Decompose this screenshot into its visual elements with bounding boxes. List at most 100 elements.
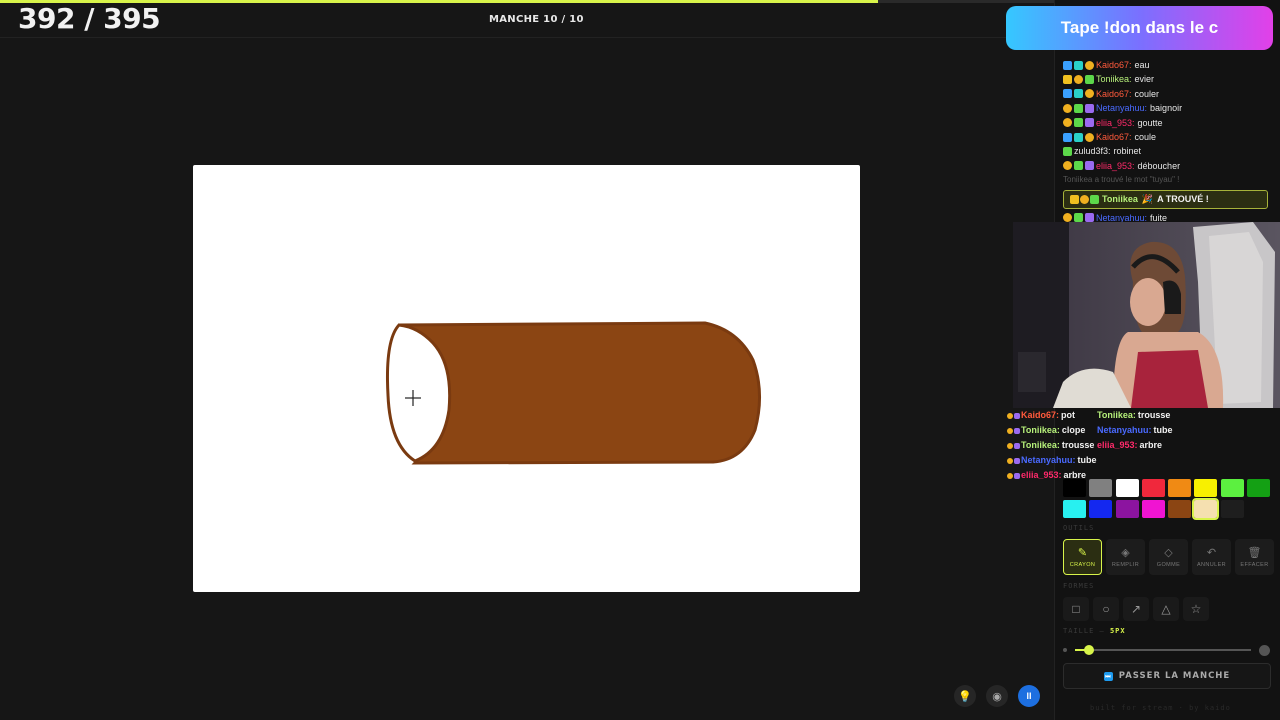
system-message: Toniikea a trouvé le mot "tuyau" ! [1063, 175, 1180, 185]
drawing-canvas[interactable] [193, 165, 860, 592]
color-swatch[interactable] [1220, 500, 1244, 518]
gem-badge-icon [1085, 161, 1094, 171]
overlay-username: Netanyahuu: [1097, 425, 1152, 435]
gem-badge-icon [1014, 457, 1020, 464]
tool-bar: ✎ CRAYON ◈ REMPLIR ◇ GOMME ↶ ANNULER 🗑 EFFACER [1063, 539, 1274, 575]
chat-text: goutte [1137, 117, 1163, 128]
gem-badge-icon [1014, 412, 1020, 419]
overlay-chat-message: eliia_953: arbre [1097, 438, 1173, 453]
color-swatch[interactable] [1141, 500, 1165, 518]
chat-text: coule [1134, 131, 1157, 142]
tool-label: REMPLIR [1111, 562, 1140, 568]
shape-star-icon[interactable]: ☆ [1183, 597, 1209, 621]
shape-ellipse-icon[interactable]: ○ [1093, 597, 1119, 621]
color-swatch[interactable] [1089, 500, 1113, 518]
chat-username: eliia_953: [1096, 117, 1135, 128]
shape-bar: □ ○ ↗ △ ☆ [1063, 597, 1209, 621]
tool-fill-button[interactable]: ◈ REMPLIR [1106, 539, 1145, 575]
chat-text: robinet [1113, 146, 1142, 157]
found-user: Toniikea [1102, 194, 1138, 205]
color-swatch[interactable] [1247, 479, 1271, 497]
chat-username: zulud3f3: [1074, 146, 1111, 157]
chat-username: Kaido67: [1096, 131, 1132, 142]
brush-size-title: TAILLE — [1063, 627, 1105, 635]
tool-label: CRAYON [1069, 562, 1096, 568]
overlay-chat-message: Toniikea: trousse [1097, 408, 1173, 423]
overlay-text: trousse [1137, 410, 1171, 420]
sword-badge-icon [1063, 60, 1072, 70]
skip-round-button[interactable]: ⏭ PASSER LA MANCHE [1063, 663, 1271, 689]
clear-icon: 🗑 [1247, 547, 1262, 559]
tool-eraser-button[interactable]: ◇ GOMME [1149, 539, 1188, 575]
chat-text: déboucher [1137, 160, 1181, 171]
drawing-svg [386, 321, 762, 465]
color-swatch[interactable] [1194, 479, 1218, 497]
plus-badge-icon [1074, 161, 1083, 171]
brush-size-label: TAILLE — 5PX [1063, 627, 1126, 635]
slider-track [1075, 649, 1251, 651]
footer-credit: built for stream · by kaido [1090, 704, 1231, 712]
score-counter: 392 / 395 [18, 2, 161, 35]
brush-size-slider[interactable] [1063, 644, 1271, 656]
coin-badge-icon [1007, 457, 1013, 464]
yt-badge-icon [1074, 132, 1083, 142]
undo-icon: ↶ [1206, 547, 1217, 559]
slider-thumb[interactable] [1084, 645, 1095, 655]
tools-section-label: OUTILS [1063, 524, 1095, 532]
skip-icon: ⏭ [1103, 671, 1113, 681]
color-swatch[interactable] [1115, 479, 1139, 497]
donation-banner: Tape !don dans le c [1006, 6, 1273, 50]
skip-round-label: PASSER LA MANCHE [1118, 671, 1231, 681]
coin-badge-icon [1063, 118, 1072, 128]
crown-badge-icon [1070, 194, 1079, 204]
drawn-tube-body [398, 321, 762, 465]
plus-badge-icon [1074, 103, 1083, 113]
chat-message: eliia_953: déboucher [1063, 159, 1273, 173]
overlay-username: eliia_953: [1021, 470, 1062, 480]
crown-badge-icon [1063, 75, 1072, 85]
color-swatch[interactable] [1168, 479, 1192, 497]
coin-badge-icon [1080, 194, 1089, 204]
coin-badge-icon [1063, 161, 1072, 171]
shape-arrow-icon[interactable]: ↗ [1123, 597, 1149, 621]
color-swatch[interactable] [1192, 498, 1220, 520]
overlay-username: Netanyahuu: [1021, 455, 1076, 465]
shape-triangle-icon[interactable]: △ [1153, 597, 1179, 621]
fill-icon: ◈ [1121, 547, 1130, 559]
color-swatch[interactable] [1063, 500, 1086, 518]
color-palette [1063, 479, 1271, 520]
color-swatch[interactable] [1115, 500, 1139, 518]
gem-badge-icon [1085, 118, 1094, 128]
round-indicator: MANCHE 10 / 10 [489, 14, 584, 25]
tool-pencil-button[interactable]: ✎ CRAYON [1063, 539, 1102, 575]
coin-badge-icon [1085, 132, 1094, 142]
brush-size-value: 5PX [1109, 627, 1126, 635]
coin-badge-icon [1007, 442, 1013, 449]
tool-label: ANNULER [1196, 562, 1227, 568]
tool-undo-button[interactable]: ↶ ANNULER [1192, 539, 1231, 575]
coin-badge-icon [1063, 103, 1072, 113]
webcam-feed [1013, 222, 1280, 408]
sword-badge-icon [1063, 132, 1072, 142]
chat-message: Kaido67: couler [1063, 87, 1273, 101]
chat-username: eliia_953: [1096, 160, 1135, 171]
color-swatch[interactable] [1168, 500, 1192, 518]
yt-badge-icon [1074, 89, 1083, 99]
color-swatch[interactable] [1220, 479, 1244, 497]
canvas-action-icons: 💡 ◉ II [954, 685, 1040, 707]
visibility-eye-icon[interactable]: ◉ [986, 685, 1008, 707]
coin-badge-icon [1085, 89, 1094, 99]
shape-rectangle-icon[interactable]: □ [1063, 597, 1089, 621]
color-swatch[interactable] [1141, 479, 1165, 497]
large-brush-dot-icon [1259, 645, 1270, 656]
header-divider [0, 37, 1054, 38]
coin-badge-icon [1007, 427, 1013, 434]
hint-lightbulb-icon[interactable]: 💡 [954, 685, 976, 707]
overlay-username: Toniikea: [1097, 410, 1136, 420]
color-swatch[interactable] [1063, 479, 1086, 497]
plus-badge-icon [1063, 147, 1072, 157]
chat-text: baignoir [1150, 103, 1183, 114]
tool-clear-button[interactable]: 🗑 EFFACER [1235, 539, 1274, 575]
pause-icon[interactable]: II [1018, 685, 1040, 707]
color-swatch[interactable] [1089, 479, 1113, 497]
